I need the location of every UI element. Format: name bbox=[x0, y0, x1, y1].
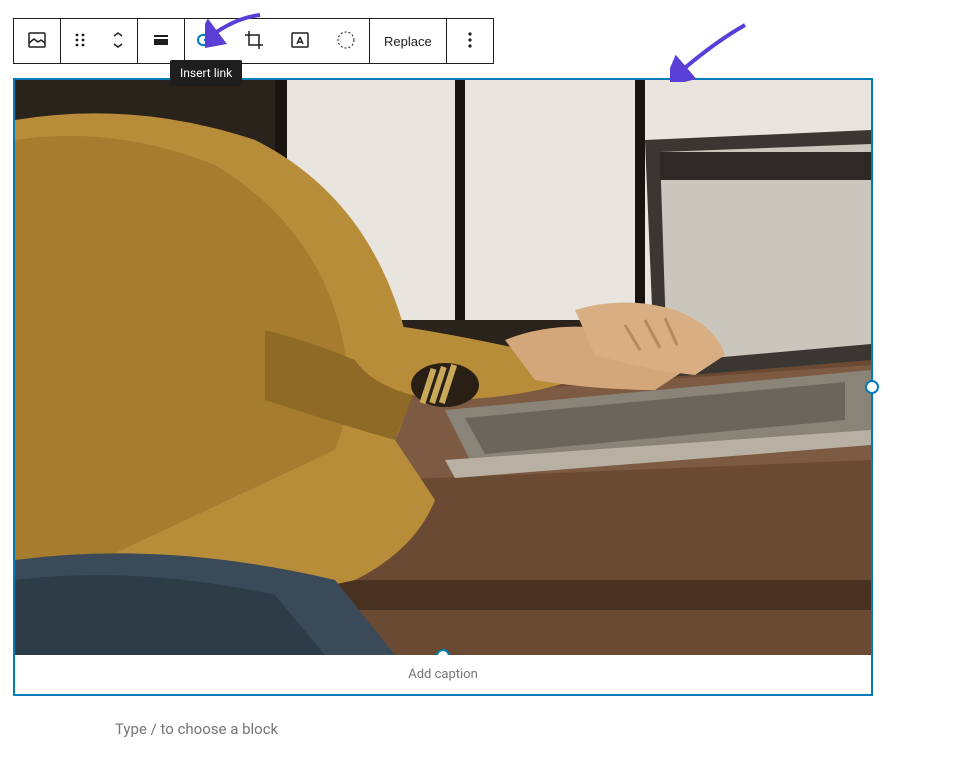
paragraph-placeholder[interactable]: Type / to choose a block bbox=[115, 720, 278, 738]
image-area[interactable] bbox=[15, 80, 871, 655]
annotation-arrow-icon bbox=[205, 10, 265, 54]
block-type-button[interactable] bbox=[14, 19, 60, 63]
move-button[interactable] bbox=[99, 19, 137, 63]
duotone-button[interactable] bbox=[323, 19, 369, 63]
replace-label: Replace bbox=[384, 34, 432, 49]
insert-link-tooltip: Insert link bbox=[170, 60, 242, 86]
more-options-button[interactable] bbox=[447, 19, 493, 63]
image-icon bbox=[25, 28, 49, 55]
caption-input[interactable]: Add caption bbox=[15, 655, 871, 694]
annotation-arrow-icon bbox=[670, 22, 750, 82]
align-icon bbox=[149, 28, 173, 55]
image-content bbox=[15, 80, 871, 655]
drag-handle-icon bbox=[68, 28, 92, 55]
align-button[interactable] bbox=[138, 19, 184, 63]
text-overlay-button[interactable] bbox=[277, 19, 323, 63]
move-arrows-icon bbox=[106, 28, 130, 55]
drag-handle-button[interactable] bbox=[61, 19, 99, 63]
replace-button[interactable]: Replace bbox=[370, 19, 446, 63]
image-block[interactable]: Add caption bbox=[13, 78, 873, 696]
duotone-icon bbox=[334, 28, 358, 55]
text-overlay-icon bbox=[288, 28, 312, 55]
resize-handle-right[interactable] bbox=[865, 380, 879, 394]
more-vertical-icon bbox=[458, 28, 482, 55]
